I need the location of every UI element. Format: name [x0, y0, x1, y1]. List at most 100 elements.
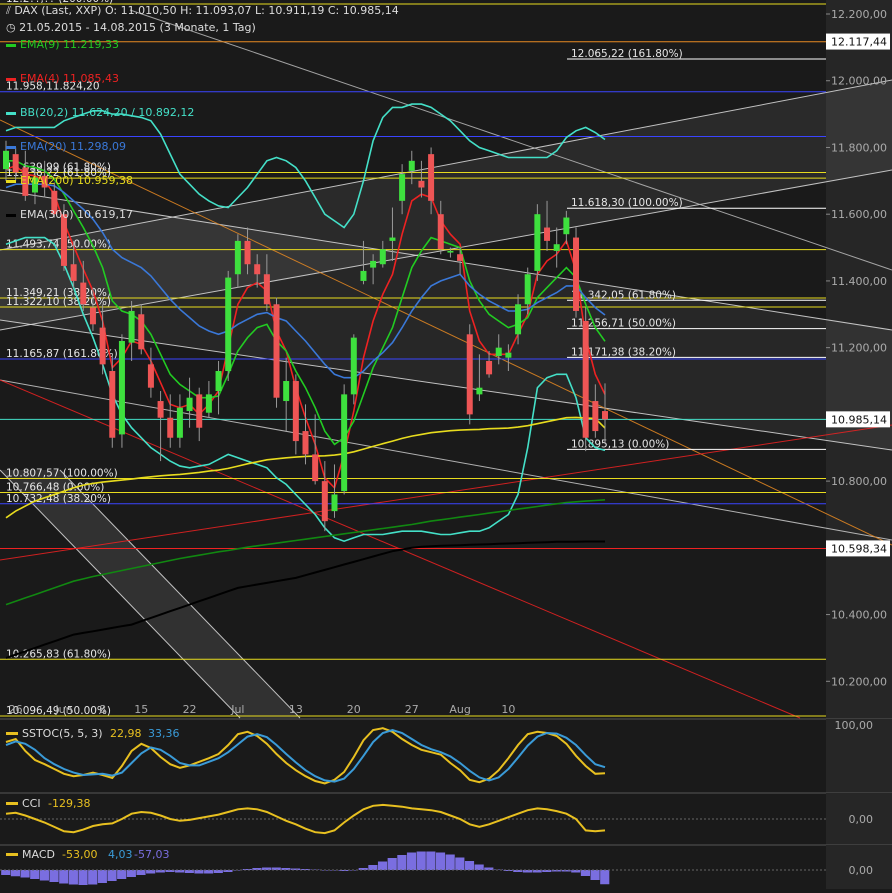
- candle-body: [544, 227, 551, 241]
- candle-body: [254, 264, 261, 275]
- indicator-label: EMA(4) 11.085,43: [20, 72, 120, 85]
- macd-bar: [435, 852, 446, 870]
- x-tick-label: Aug: [449, 703, 470, 716]
- macd-signal: 4,03: [108, 848, 133, 861]
- x-tick-label: 15: [134, 703, 148, 716]
- candle-body: [99, 327, 106, 365]
- price-tick-label: 12.200,00: [831, 8, 887, 21]
- candle-body: [215, 371, 222, 392]
- macd-bar: [194, 870, 204, 874]
- indicator-swatch: [6, 77, 16, 81]
- x-tick-label: 10: [501, 703, 515, 716]
- macd-bar: [59, 870, 69, 884]
- macd-bar: [97, 870, 107, 883]
- candle-body: [244, 240, 251, 265]
- chart-type-icon: ⫽: [6, 4, 11, 17]
- candle-body: [331, 494, 338, 512]
- clock-icon: ◷: [6, 21, 16, 34]
- header-period: 21.05.2015 - 14.08.2015 (3 Monate, 1 Tag…: [19, 21, 256, 34]
- macd-bar: [1, 870, 11, 875]
- level-label: 11.618,30 (100.00%): [571, 197, 683, 209]
- macd-bar: [68, 870, 78, 885]
- x-tick-label: Jun: [54, 703, 72, 716]
- candle-body: [109, 371, 116, 438]
- candle-body: [157, 401, 164, 418]
- indicator-label: BB(20,2) 11.624,20 / 10.892,12: [20, 106, 195, 119]
- candle-body: [370, 260, 377, 268]
- candle-body: [466, 334, 473, 415]
- candle-body: [321, 481, 328, 522]
- indicator-swatch: [6, 43, 16, 47]
- price-tick-label: 10.800,00: [831, 475, 887, 488]
- candle-body: [341, 394, 348, 492]
- candle-body: [283, 381, 290, 402]
- candle-body: [234, 240, 241, 275]
- price-marker-label: 10.598,34: [831, 542, 887, 555]
- candle-body: [399, 174, 406, 201]
- candle-body: [447, 250, 454, 253]
- candle-body: [225, 277, 232, 372]
- macd-bar: [78, 870, 88, 885]
- indicator-row: EMA(4) 11.085,43: [6, 72, 119, 86]
- level-label: 12.065,22 (161.80%): [571, 48, 683, 60]
- macd-bar: [126, 870, 136, 877]
- candle-body: [505, 352, 512, 358]
- candle-body: [457, 254, 464, 261]
- macd-bar: [455, 857, 465, 870]
- price-marker-label: 10.985,14: [831, 413, 887, 426]
- level-label: 10.732,48 (38.20%): [6, 493, 111, 505]
- candle-body: [563, 217, 570, 235]
- macd-bar: [426, 851, 436, 870]
- candle-body: [379, 249, 386, 265]
- stoch-value-k: 22,98: [110, 727, 142, 740]
- indicator-row: EMA(20) 11.298,09: [6, 140, 126, 154]
- macd-bar: [406, 852, 417, 870]
- candle-body: [89, 307, 96, 325]
- stoch-tick-label: 100,00: [835, 719, 874, 732]
- candle-body: [418, 180, 425, 188]
- price-tick-label: 11.200,00: [831, 342, 887, 355]
- macd-bar: [387, 858, 397, 870]
- macd-bar: [136, 870, 146, 875]
- candle-body: [592, 401, 599, 432]
- indicator-row: EMA(9) 11.219,33: [6, 38, 119, 52]
- candle-body: [128, 310, 135, 343]
- header-ohlc: O: 11.010,50 H: 11.093,07 L: 10.911,19 C…: [104, 4, 399, 17]
- price-tick-label: 10.400,00: [831, 609, 887, 622]
- macd-bar: [204, 870, 214, 874]
- candle-body: [176, 407, 183, 438]
- header-title: DAX (Last, XXP): [14, 4, 102, 17]
- price-tick-label: 11.800,00: [831, 141, 887, 154]
- macd-bar: [474, 864, 484, 870]
- macd-bar: [146, 870, 156, 874]
- chart-root: 12.2??,?? (200.00%)12.065,22 (161.80%)11…: [0, 0, 892, 889]
- macd-bar: [107, 870, 117, 881]
- candle-body: [582, 320, 589, 438]
- macd-bar: [10, 870, 20, 877]
- candle-body: [602, 411, 608, 420]
- candle-body: [476, 387, 483, 395]
- macd-bar: [368, 865, 378, 870]
- indicator-label: EMA(9) 11.219,33: [20, 38, 120, 51]
- candle-body: [118, 340, 125, 435]
- macd-bar: [445, 854, 455, 870]
- macd-swatch: [6, 853, 18, 856]
- macd-bar: [397, 855, 407, 870]
- candle-body: [292, 381, 299, 442]
- indicator-swatch: [6, 179, 16, 183]
- macd-bar: [590, 870, 600, 880]
- candle-body: [486, 361, 493, 375]
- x-tick-label: 8: [99, 703, 106, 716]
- candle-body: [138, 314, 145, 350]
- candle-body: [534, 214, 541, 271]
- candle-body: [263, 274, 270, 305]
- stoch-swatch: [6, 732, 18, 735]
- dax-chart: 12.2??,?? (200.00%)12.065,22 (161.80%)11…: [0, 0, 892, 889]
- macd-hist: -57,03: [134, 848, 169, 861]
- x-tick-label: Jul: [230, 703, 244, 716]
- macd-bar: [580, 870, 591, 876]
- price-tick-label: 12.000,00: [831, 75, 887, 88]
- indicator-label: EMA(200) 10.959,38: [20, 174, 134, 187]
- candle-body: [408, 160, 415, 171]
- macd-bar: [30, 870, 40, 879]
